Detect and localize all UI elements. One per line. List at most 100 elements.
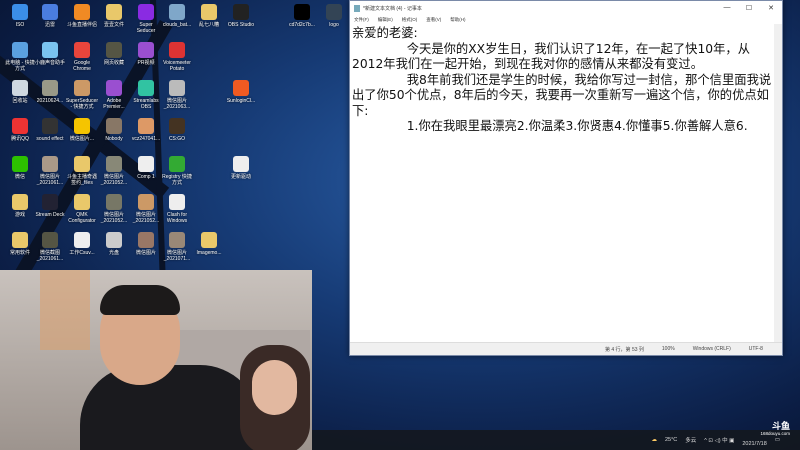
desktop-icon-label: 微信图片_2021052... [100,212,128,224]
desktop-icon-label: 微信 [14,174,25,180]
desktop-icon[interactable]: Stream Deck [34,194,66,218]
desktop-icon[interactable]: vcz247041... [130,118,162,142]
text-editor[interactable]: 亲爱的老婆: 今天是你的XX岁生日，我们认识了12年，在一起了快10年，从201… [350,24,782,342]
desktop-icon[interactable]: 游戏 [4,194,36,218]
desktop-icon-label: Super Seducer [136,22,156,34]
desktop-icon[interactable]: Registry 快捷方式 [161,156,193,186]
close-button[interactable]: ✕ [760,4,782,12]
desktop-icon-label: 微信截图_2021061... [36,250,64,262]
desktop-icon[interactable]: Streamlabs OBS [130,80,162,110]
desktop-icon[interactable]: 斗鱼直播伴侣 [66,4,98,28]
desktop-icon-label: Stream Deck [35,212,65,218]
maximize-button[interactable]: ☐ [738,4,760,12]
notepad-window[interactable]: *新建文本文档 (4) - 记事本 — ☐ ✕ 文件(F) 编辑(E) 格式(O… [349,0,783,356]
desktop-icon-label: QMK Configurator [68,212,96,224]
desktop-icon[interactable]: 壹壹文件 [98,4,130,28]
menu-format[interactable]: 格式(O) [402,17,418,23]
clock-date[interactable]: 2021/7/18 [742,441,766,447]
app-icon [233,4,249,20]
desktop-icon[interactable]: PR视频 [130,42,162,66]
desktop-icon[interactable]: 微信图片_2021052... [130,194,162,224]
desktop-icon[interactable]: 微信 [4,156,36,180]
menu-edit[interactable]: 编辑(E) [378,17,393,23]
desktop-icon-label: Voicemeeter Potato [163,60,191,72]
desktop-icon[interactable]: CS:GO [161,118,193,142]
desktop-icon[interactable]: sound effect [34,118,66,142]
app-icon [169,156,185,172]
desktop-icon-label: 常用软件 [9,250,30,256]
desktop-icon[interactable]: Comp 1 [130,156,162,180]
desktop-icon[interactable]: QMK Configurator [66,194,98,224]
desktop-icon[interactable]: 回收站 [4,80,36,104]
desktop-icon-label: PR视频 [137,60,155,66]
desktop-icon[interactable]: 乱七八糟 [193,4,225,28]
encoding: UTF-8 [748,346,763,352]
app-icon [138,80,154,96]
desktop-icon[interactable]: 网页收藏 [98,42,130,66]
desktop-icon[interactable]: Super Seducer [130,4,162,34]
desktop-icon[interactable]: SuperSeducer - 快捷方式 [66,80,98,110]
desktop-icon[interactable]: 迅雷 [34,4,66,28]
app-icon [12,80,28,96]
desktop-icon[interactable]: 光盘 [98,232,130,256]
title-bar[interactable]: *新建文本文档 (4) - 记事本 — ☐ ✕ [350,1,782,15]
system-tray[interactable]: ^ ⊡ ◁) 中 ▣ [704,436,734,444]
webcam-overlay [0,270,312,450]
desktop-icon[interactable]: 20210624... [34,80,66,104]
app-icon [42,42,58,58]
desktop-icon[interactable]: Voicemeeter Potato [161,42,193,72]
menu-file[interactable]: 文件(F) [354,17,369,23]
desktop-icon-label: Nobody [105,136,123,142]
taskbar: ☁ 25°C 多云 ^ ⊡ ◁) 中 ▣ 2021/7/18 ▭ [312,430,800,450]
app-icon [106,156,122,172]
app-icon [42,156,58,172]
desktop-icon[interactable]: 此电脑 - 快捷方式 [4,42,36,72]
desktop-icon[interactable]: clouds_bat... [161,4,193,28]
weather-desc[interactable]: 多云 [685,436,696,444]
app-icon [169,232,185,248]
desktop-icon[interactable]: 小鹿声音助手 [34,42,66,66]
desktop-icon[interactable]: cd7d2c7b... [286,4,318,28]
desktop-icon[interactable]: 微信图片_2021063... [161,80,193,110]
weather-icon[interactable]: ☁ [651,437,657,443]
desktop-icon[interactable]: 工作Csuv... [66,232,98,256]
desktop-icon-label: Comp 1 [137,174,155,180]
app-icon [138,4,154,20]
desktop-icon-label: logo [329,22,339,28]
desktop-icon[interactable]: Imagemo... [193,232,225,256]
notification-icon[interactable]: ▭ [775,437,780,443]
app-icon [12,232,28,248]
desktop-icon[interactable]: Adobe Premier... [98,80,130,110]
desktop-icon[interactable]: 更新驱动 [225,156,257,180]
desktop-icon[interactable]: 微信图片 [130,232,162,256]
desktop-icon[interactable]: OBS Studio [225,4,257,28]
weather-temp[interactable]: 25°C [665,437,677,443]
desktop-icon[interactable]: 腾讯QQ [4,118,36,142]
app-icon [138,232,154,248]
desktop-icon[interactable]: ISO [4,4,36,28]
minimize-button[interactable]: — [716,4,738,12]
desktop-icon[interactable]: 斗鱼主播奇遇签约_files [66,156,98,186]
window-title: *新建文本文档 (4) - 记事本 [363,5,422,12]
app-icon [106,80,122,96]
app-icon [106,232,122,248]
menu-help[interactable]: 帮助(H) [450,17,465,23]
desktop-icon[interactable]: 微信图片_2021061... [34,156,66,186]
desktop-icon[interactable]: 常用软件 [4,232,36,256]
app-icon [169,118,185,134]
desktop-icon[interactable]: Clash for Windows [161,194,193,224]
menu-view[interactable]: 查看(V) [426,17,441,23]
desktop-icon-label: 微信图片_2021071... [163,250,191,262]
desktop-icon[interactable]: 微信图片_2021071... [161,232,193,262]
desktop-icon[interactable]: Google Chrome [66,42,98,72]
desktop-icon[interactable]: 微信截图_2021061... [34,232,66,262]
desktop-icon[interactable]: SunloginCl... [225,80,257,104]
app-icon [106,118,122,134]
desktop-icon[interactable]: 微信图片... [66,118,98,142]
desktop-icon[interactable]: 微信图片_2021052... [98,194,130,224]
desktop-icon[interactable]: 微信图片_2021052... [98,156,130,186]
desktop-icon[interactable]: Nobody [98,118,130,142]
desktop-icon[interactable]: logo [318,4,350,28]
app-icon [74,194,90,210]
desktop-icon-label: 微信图片_2021052... [132,212,160,224]
